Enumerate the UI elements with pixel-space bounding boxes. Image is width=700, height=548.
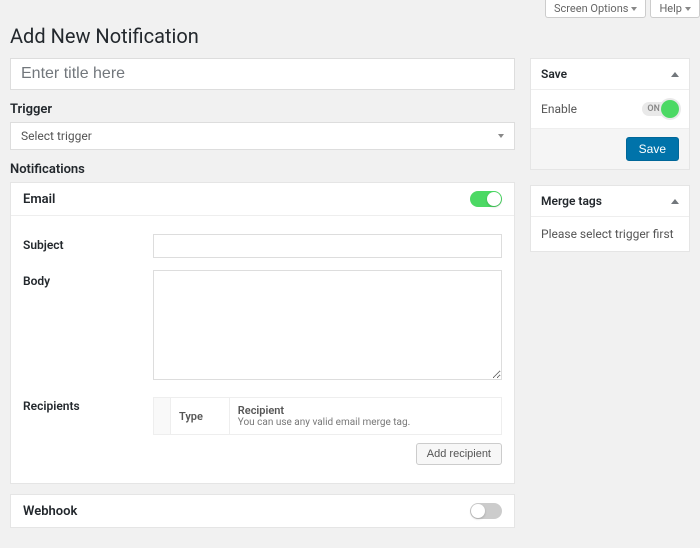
email-toggle[interactable] bbox=[470, 191, 502, 207]
merge-tags-title: Merge tags bbox=[541, 194, 602, 208]
chevron-down-icon bbox=[685, 7, 691, 11]
toggle-knob-icon bbox=[661, 100, 679, 118]
chevron-down-icon bbox=[631, 7, 637, 11]
type-header: Type bbox=[171, 398, 230, 435]
subject-input[interactable] bbox=[153, 234, 502, 258]
recipients-label: Recipients bbox=[23, 395, 153, 465]
notifications-label: Notifications bbox=[10, 162, 515, 177]
title-input[interactable] bbox=[10, 58, 515, 90]
screen-options-label: Screen Options bbox=[554, 2, 628, 15]
trigger-select[interactable]: Select trigger bbox=[10, 122, 515, 150]
body-label: Body bbox=[23, 270, 153, 383]
email-box: Email Subject Body Recipients bbox=[10, 182, 515, 484]
table-handle-col bbox=[154, 398, 171, 435]
webhook-title: Webhook bbox=[23, 504, 77, 519]
trigger-select-placeholder: Select trigger bbox=[21, 129, 92, 143]
enable-toggle[interactable]: ON bbox=[642, 100, 679, 118]
merge-tags-body: Please select trigger first bbox=[531, 217, 689, 251]
recipient-hint: You can use any valid email merge tag. bbox=[238, 417, 493, 428]
webhook-toggle[interactable] bbox=[470, 503, 502, 519]
recipient-header: Recipient You can use any valid email me… bbox=[229, 398, 501, 435]
email-title: Email bbox=[23, 192, 55, 207]
chevron-up-icon[interactable] bbox=[671, 199, 679, 204]
chevron-down-icon bbox=[498, 134, 504, 138]
save-box: Save Enable ON Save bbox=[530, 58, 690, 170]
help-label: Help bbox=[659, 2, 682, 15]
page-title: Add New Notification bbox=[10, 24, 690, 48]
chevron-up-icon[interactable] bbox=[671, 72, 679, 77]
screen-options-button[interactable]: Screen Options bbox=[545, 0, 646, 18]
subject-label: Subject bbox=[23, 234, 153, 258]
body-textarea[interactable] bbox=[153, 270, 502, 380]
recipients-table: Type Recipient You can use any valid ema… bbox=[153, 397, 502, 435]
help-button[interactable]: Help bbox=[650, 0, 700, 18]
add-recipient-button[interactable]: Add recipient bbox=[416, 443, 502, 465]
save-button[interactable]: Save bbox=[626, 137, 679, 161]
save-title: Save bbox=[541, 67, 567, 81]
enable-label: Enable bbox=[541, 102, 577, 116]
webhook-box: Webhook bbox=[10, 494, 515, 528]
trigger-label: Trigger bbox=[10, 102, 515, 117]
merge-tags-box: Merge tags Please select trigger first bbox=[530, 185, 690, 252]
